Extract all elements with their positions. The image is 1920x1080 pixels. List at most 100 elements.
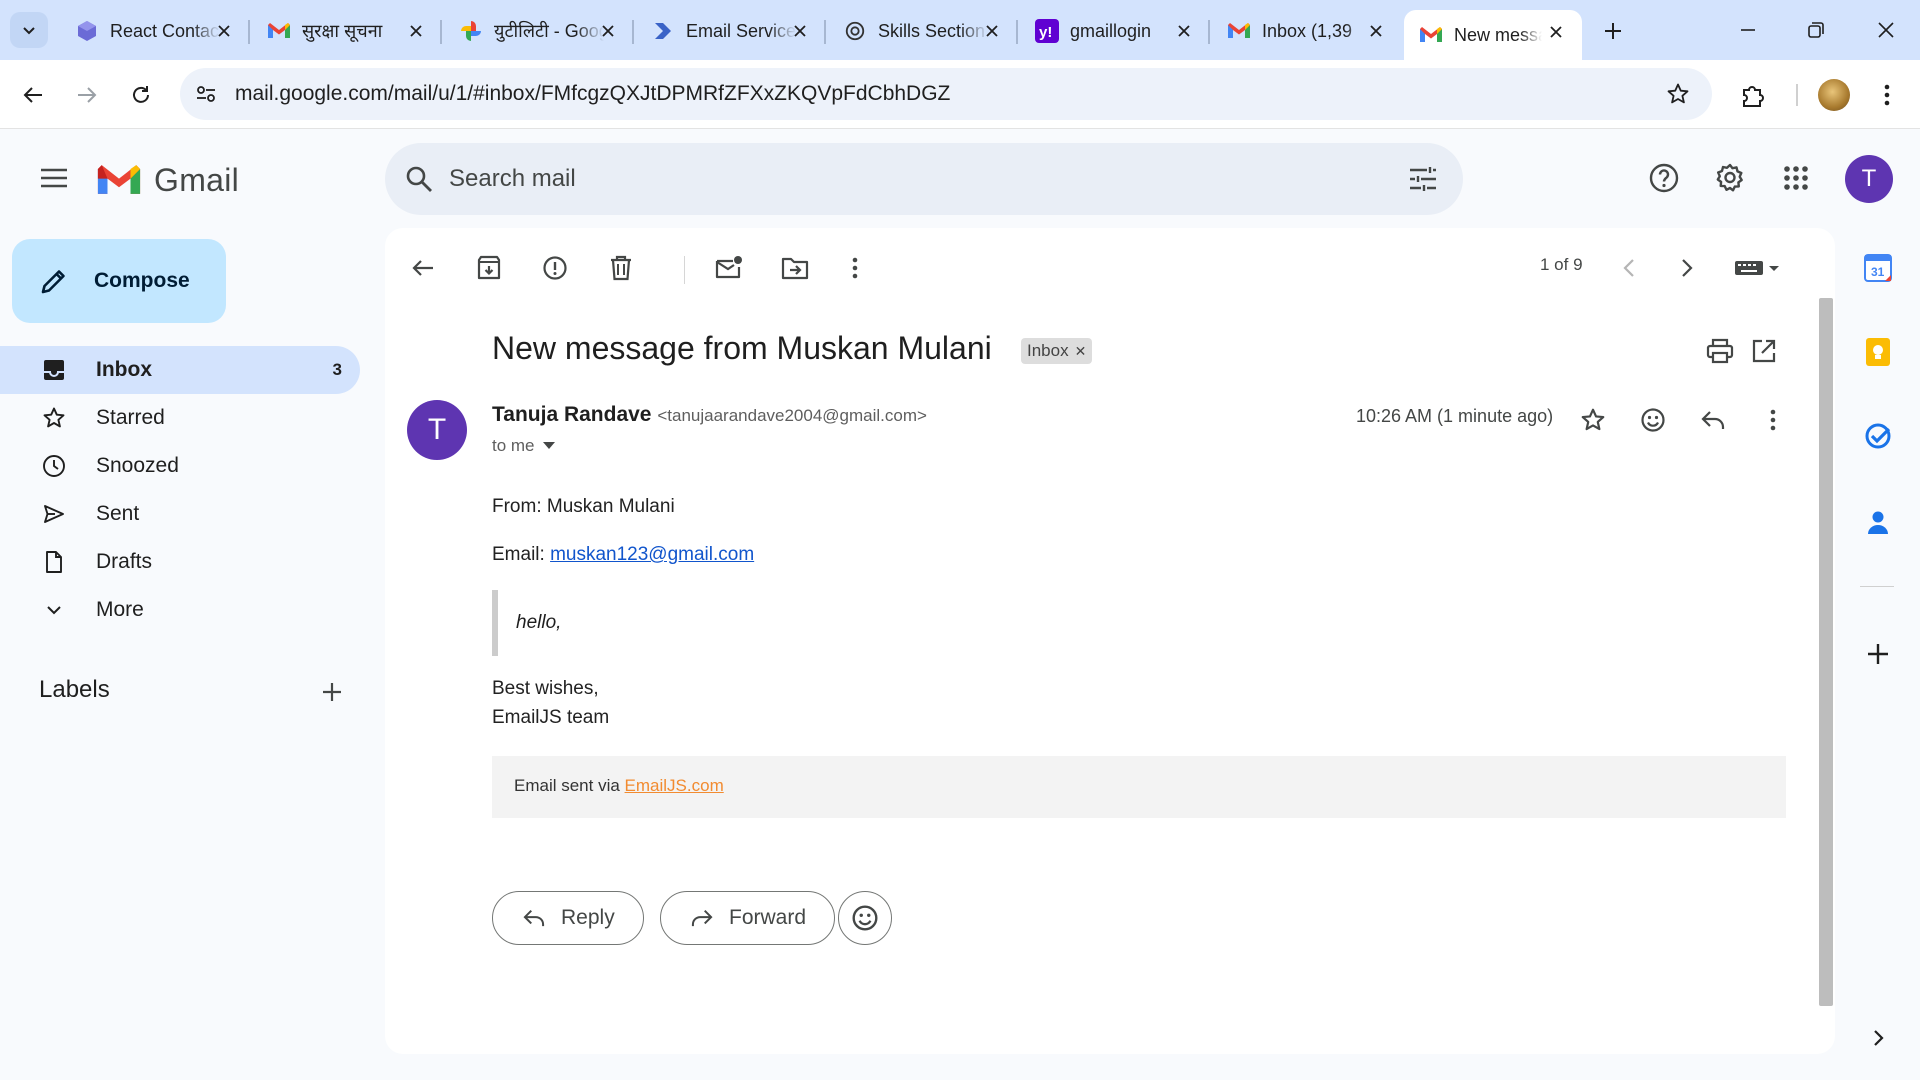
- tab-new-message-active[interactable]: New message from Muskan Mulani: [1404, 10, 1582, 60]
- google-apps-button[interactable]: [1778, 160, 1814, 196]
- close-icon[interactable]: [598, 21, 618, 41]
- gmail-logo[interactable]: Gmail: [96, 162, 239, 199]
- account-avatar[interactable]: T: [1845, 155, 1893, 203]
- close-icon[interactable]: [982, 21, 1002, 41]
- sender-name[interactable]: Tanuja Randave: [492, 403, 652, 426]
- settings-button[interactable]: [1712, 160, 1748, 196]
- tab-divider: [1208, 20, 1210, 44]
- show-side-panel-button[interactable]: [1862, 1022, 1894, 1054]
- reply-button[interactable]: [1695, 402, 1731, 438]
- minimize-button[interactable]: [1728, 14, 1768, 46]
- tasks-app-button[interactable]: [1862, 420, 1894, 452]
- sender-avatar[interactable]: T: [407, 400, 467, 460]
- sidebar-item-drafts[interactable]: Drafts: [0, 538, 360, 586]
- browser-menu-button[interactable]: [1870, 78, 1904, 112]
- close-window-button[interactable]: [1866, 14, 1906, 46]
- extensions-button[interactable]: [1736, 78, 1770, 112]
- back-button[interactable]: [18, 80, 48, 110]
- puzzle-icon: [1743, 86, 1764, 107]
- quoted-text: hello,: [516, 612, 562, 633]
- compose-button[interactable]: Compose: [12, 239, 226, 323]
- tab-email-services[interactable]: Email Services: [636, 10, 826, 52]
- open-new-window-button[interactable]: [1747, 334, 1781, 368]
- sender-email-link[interactable]: muskan123@gmail.com: [550, 544, 754, 565]
- emailjs-icon: [650, 18, 676, 44]
- report-spam-button[interactable]: [537, 250, 573, 286]
- more-actions-button[interactable]: [837, 250, 873, 286]
- sidebar-item-label: Snoozed: [96, 454, 179, 477]
- plus-icon: [1605, 23, 1621, 39]
- main-menu-button[interactable]: [36, 160, 72, 196]
- contacts-app-button[interactable]: [1862, 506, 1894, 538]
- close-icon[interactable]: [406, 21, 426, 41]
- print-all-button[interactable]: [1703, 334, 1737, 368]
- clock-icon: [40, 452, 68, 480]
- arrow-left-icon: [23, 87, 42, 103]
- sidebar-item-starred[interactable]: Starred: [0, 394, 360, 442]
- star-message-button[interactable]: [1575, 402, 1611, 438]
- sidebar-item-more[interactable]: More: [0, 586, 360, 634]
- close-icon[interactable]: [214, 21, 234, 41]
- address-bar[interactable]: mail.google.com/mail/u/1/#inbox/FMfcgzQX…: [180, 68, 1712, 120]
- search-icon[interactable]: [403, 163, 435, 195]
- sidebar-item-sent[interactable]: Sent: [0, 490, 360, 538]
- react-cube-icon: [74, 18, 100, 44]
- scrollbar[interactable]: [1819, 298, 1833, 1006]
- move-to-button[interactable]: [777, 250, 813, 286]
- create-label-button[interactable]: [316, 676, 348, 708]
- forward-bottom-button[interactable]: Forward: [660, 891, 836, 945]
- help-icon: [1649, 163, 1679, 193]
- tab-react-contact[interactable]: React Contact Form: [60, 10, 250, 52]
- tab-utility[interactable]: युटीलिटी - Google: [444, 10, 634, 52]
- mark-unread-button[interactable]: [711, 250, 747, 286]
- emoji-reaction-button[interactable]: [838, 891, 892, 945]
- message-panel: 1 of 9 New message from Muskan Mulani In…: [385, 228, 1835, 1054]
- get-addons-button[interactable]: [1862, 638, 1894, 670]
- newer-button[interactable]: [1611, 250, 1647, 286]
- search-input[interactable]: [449, 159, 1349, 199]
- tab-security-notice[interactable]: सुरक्षा सूचना: [252, 10, 442, 52]
- gmail-wordmark: Gmail: [154, 162, 240, 198]
- close-icon[interactable]: [1546, 22, 1566, 42]
- new-tab-button[interactable]: [1598, 16, 1628, 46]
- support-button[interactable]: [1646, 160, 1682, 196]
- sidebar-item-snoozed[interactable]: Snoozed: [0, 442, 360, 490]
- url-text[interactable]: mail.google.com/mail/u/1/#inbox/FMfcgzQX…: [235, 82, 950, 106]
- profile-avatar[interactable]: [1818, 79, 1850, 111]
- close-icon[interactable]: [1366, 21, 1386, 41]
- close-icon[interactable]: [790, 21, 810, 41]
- tab-skills-section[interactable]: Skills Section: [828, 10, 1018, 52]
- sidebar-item-label: Sent: [96, 502, 140, 525]
- remove-label-icon[interactable]: ✕: [1075, 343, 1087, 360]
- archive-button[interactable]: [471, 250, 507, 286]
- draft-icon: [40, 548, 68, 576]
- bookmark-star-icon[interactable]: [1664, 80, 1692, 108]
- search-options-icon[interactable]: [1407, 163, 1439, 195]
- close-icon[interactable]: [1174, 21, 1194, 41]
- input-tools-button[interactable]: [1731, 250, 1787, 286]
- tab-search-button[interactable]: [10, 12, 48, 48]
- calendar-app-button[interactable]: 31: [1862, 252, 1894, 284]
- back-to-inbox-button[interactable]: [405, 250, 441, 286]
- reply-bottom-button[interactable]: Reply: [492, 891, 644, 945]
- sidebar-item-inbox[interactable]: Inbox 3: [0, 346, 360, 394]
- keep-app-button[interactable]: [1862, 336, 1894, 368]
- label-chip-inbox[interactable]: Inbox ✕: [1021, 338, 1093, 364]
- reload-button[interactable]: [126, 80, 156, 110]
- compose-label: Compose: [94, 269, 190, 292]
- reply-icon: [521, 905, 547, 931]
- tab-inbox[interactable]: Inbox (1,39: [1212, 10, 1402, 52]
- older-button[interactable]: [1669, 250, 1705, 286]
- message-more-button[interactable]: [1755, 402, 1791, 438]
- restore-button[interactable]: [1796, 14, 1836, 46]
- emailjs-link[interactable]: EmailJS.com: [625, 776, 724, 795]
- delete-button[interactable]: [603, 250, 639, 286]
- forward-label: Forward: [729, 906, 807, 929]
- pagination-count: 1 of 9: [1540, 255, 1583, 274]
- add-reaction-button[interactable]: [1635, 402, 1671, 438]
- tab-gmaillogin[interactable]: y! gmaillogin: [1020, 10, 1210, 52]
- forward-button[interactable]: [72, 80, 102, 110]
- site-settings-icon[interactable]: [192, 80, 220, 108]
- google-keep-icon: [1866, 338, 1890, 366]
- recipient-details[interactable]: to me: [492, 436, 555, 456]
